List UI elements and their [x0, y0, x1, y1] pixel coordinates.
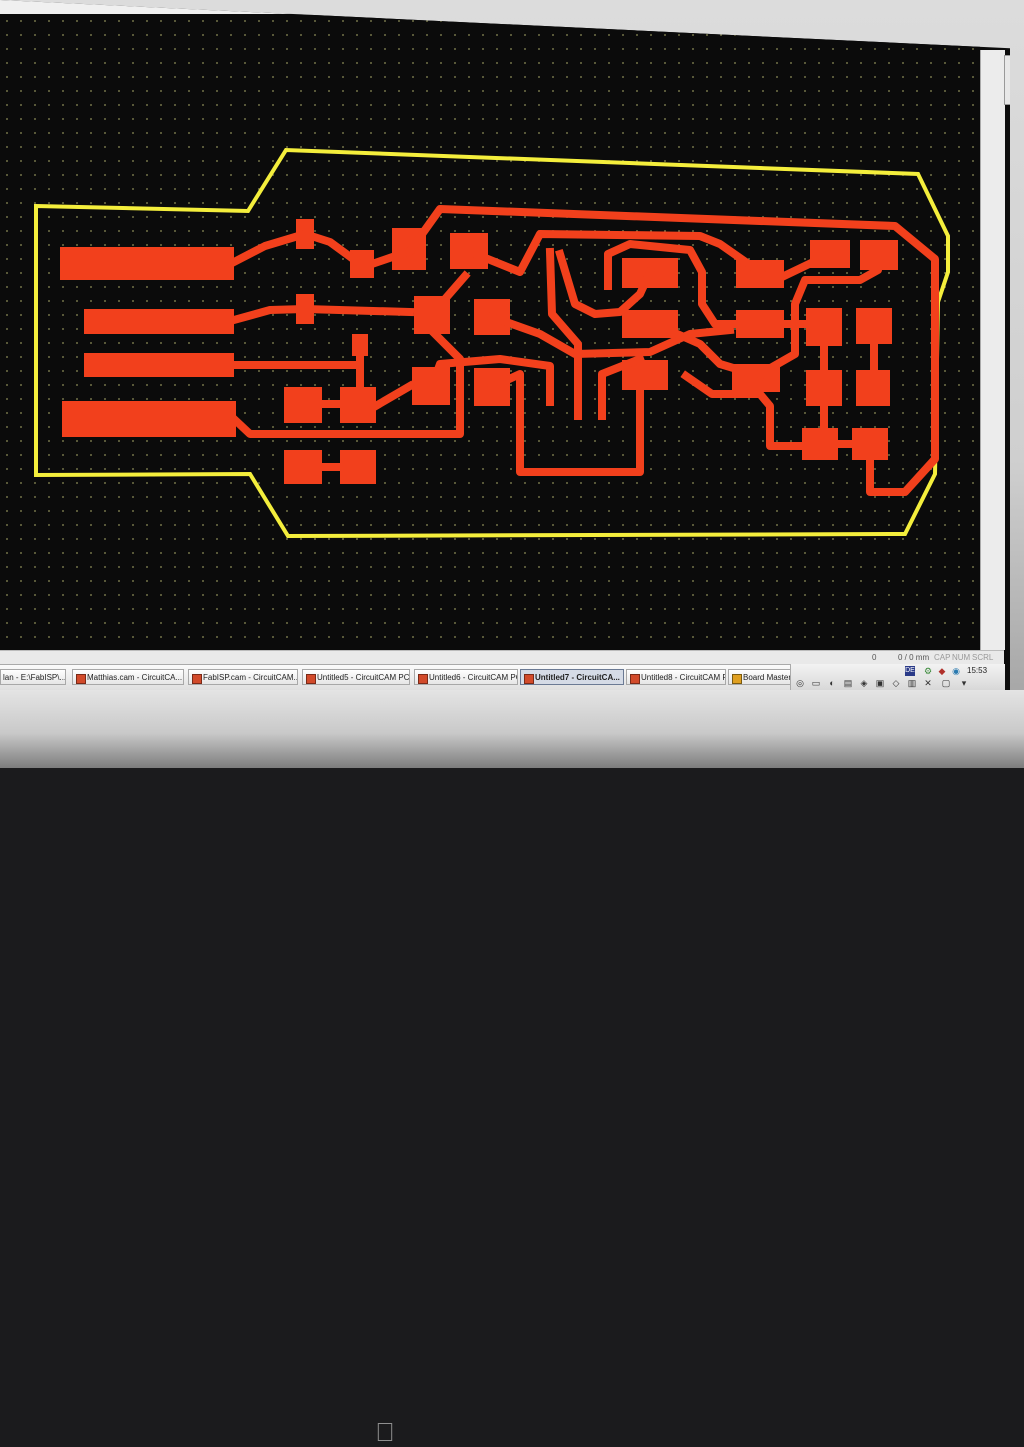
status-units: 0 / 0 mm: [898, 653, 930, 662]
trace[interactable]: [368, 380, 416, 413]
pad[interactable]: [856, 370, 890, 406]
taskbar-item[interactable]: Untitled6 - CircuitCAM PCB: [414, 669, 518, 685]
taskbar-item[interactable]: Untitled5 - CircuitCAM PCB: [302, 669, 410, 685]
board-master-icon: [732, 674, 742, 684]
tray-icon[interactable]: ▤: [843, 678, 853, 688]
circuitcam-icon: [192, 674, 202, 684]
circuitcam-icon: [418, 674, 428, 684]
usb-pad-1[interactable]: [60, 247, 234, 280]
language-indicator[interactable]: DE: [905, 666, 915, 676]
tray-icon[interactable]: ◈: [859, 678, 869, 688]
taskbar-item[interactable]: Untitled8 - CircuitCAM PCB: [626, 669, 726, 685]
taskbar-item[interactable]: lan - E:\FabISP\...: [0, 669, 66, 685]
monitor-chin: : [0, 690, 1024, 1446]
status-num: NUM: [952, 653, 971, 662]
tray-icon[interactable]: ◎: [795, 678, 805, 688]
pcb-canvas[interactable]: [0, 14, 980, 650]
shield-icon[interactable]: ◆: [937, 666, 947, 676]
clock: 15:53: [967, 666, 988, 675]
tray-icon[interactable]: ▭: [811, 678, 821, 688]
circuitcam-icon: [630, 674, 640, 684]
pcb-layout[interactable]: [0, 14, 980, 650]
usb-pad-4[interactable]: [62, 401, 236, 437]
taskbar-item[interactable]: Matthias.cam - CircuitCA...: [72, 669, 184, 685]
trace[interactable]: [486, 311, 735, 358]
network-icon[interactable]: ⚙: [923, 666, 933, 676]
status-scrl: SCRL: [972, 653, 994, 662]
circuitcam-icon: [306, 674, 316, 684]
trace[interactable]: [230, 340, 364, 369]
pad[interactable]: [806, 370, 842, 406]
taskbar-item[interactable]: FabISP.cam - CircuitCAM...: [188, 669, 298, 685]
tray-icon[interactable]: ▢: [941, 678, 951, 688]
system-tray: DE ⚙ ◆ ◉ 15:53 ◎ ▭ ◐ ▤ ◈ ▣ ◇ ▥ ✕ ▢ ▾: [790, 664, 1005, 690]
tray-icon[interactable]: ▥: [907, 678, 917, 688]
usb-pad-2[interactable]: [84, 309, 234, 334]
status-coords: 0: [872, 653, 877, 662]
right-tool-panel: [980, 50, 1005, 650]
tray-icon[interactable]: ▣: [875, 678, 885, 688]
tray-icon[interactable]: ◇: [891, 678, 901, 688]
taskbar-item-active[interactable]: Untitled7 - CircuitCA...: [520, 669, 624, 685]
tray-icon[interactable]: ◐: [827, 678, 837, 688]
circuitcam-icon: [524, 674, 534, 684]
apple-logo-icon: : [372, 1418, 398, 1446]
status-caps: CAP: [934, 653, 951, 662]
trace[interactable]: [229, 305, 415, 325]
trace[interactable]: [486, 370, 644, 476]
circuitcam-icon: [76, 674, 86, 684]
tray-icon[interactable]: ✕: [923, 678, 933, 688]
status-bar: 0 0 / 0 mm CAP NUM SCRL: [0, 650, 1004, 665]
usb-pad-3[interactable]: [84, 353, 234, 377]
screen: Fileport 0 0 / 0 mm CAP NUM SCRL lan - E…: [0, 0, 1010, 690]
pad[interactable]: [856, 308, 892, 344]
tray-icon[interactable]: ▾: [959, 678, 969, 688]
speaker-icon[interactable]: ◉: [951, 666, 961, 676]
